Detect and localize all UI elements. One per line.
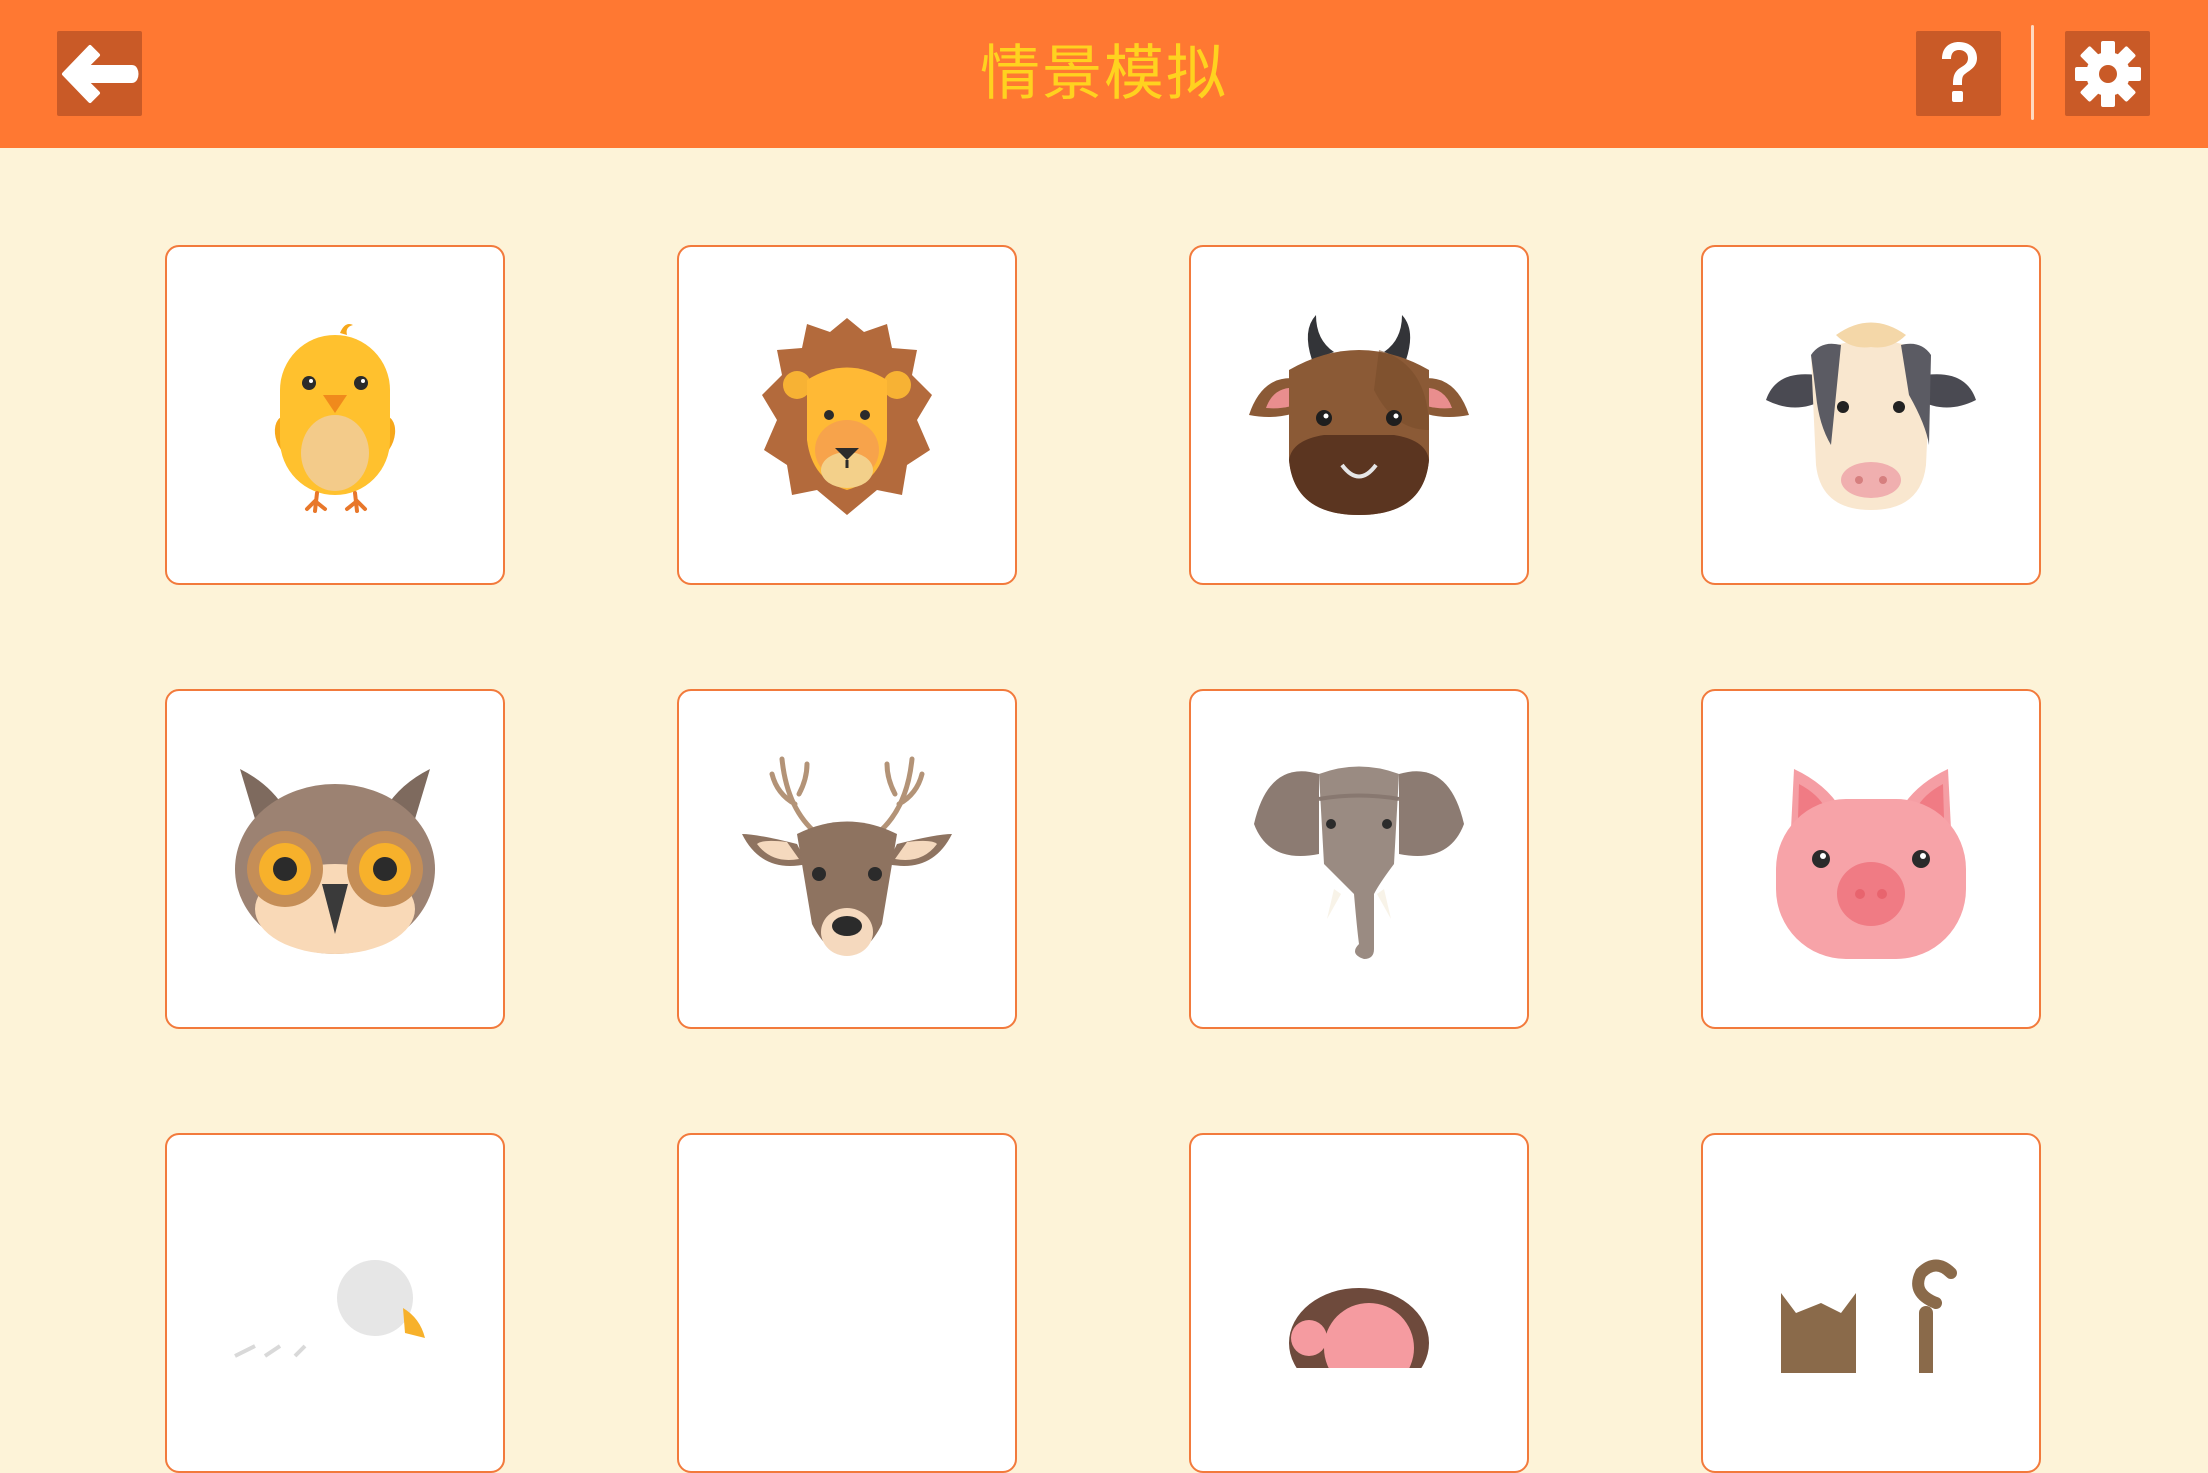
animal-card-blank[interactable] xyxy=(677,1133,1017,1473)
animal-card-pig[interactable] xyxy=(1701,689,2041,1029)
pig-icon xyxy=(1776,769,1966,959)
animal-card-chick[interactable] xyxy=(165,245,505,585)
animal-grid xyxy=(0,0,2208,1473)
elephant-icon xyxy=(1254,766,1464,959)
animal-card-cow[interactable] xyxy=(1701,245,2041,585)
animal-card-deer[interactable] xyxy=(677,689,1017,1029)
animal-card-cat[interactable] xyxy=(1701,1133,2041,1473)
lion-icon xyxy=(762,318,932,515)
chick-icon xyxy=(274,324,396,513)
animal-card-bull[interactable] xyxy=(1189,245,1529,585)
animal-card-monkey[interactable] xyxy=(1189,1133,1529,1473)
animal-card-lion[interactable] xyxy=(677,245,1017,585)
monkey-icon xyxy=(1289,1288,1429,1368)
deer-icon xyxy=(742,756,952,956)
animal-card-elephant[interactable] xyxy=(1189,689,1529,1029)
owl-icon xyxy=(235,769,435,954)
goose-icon xyxy=(234,1260,425,1358)
cow-icon xyxy=(1766,322,1976,510)
cat-icon xyxy=(1781,1259,1957,1373)
animal-card-owl[interactable] xyxy=(165,689,505,1029)
bull-icon xyxy=(1249,315,1469,515)
animal-card-goose[interactable] xyxy=(165,1133,505,1473)
